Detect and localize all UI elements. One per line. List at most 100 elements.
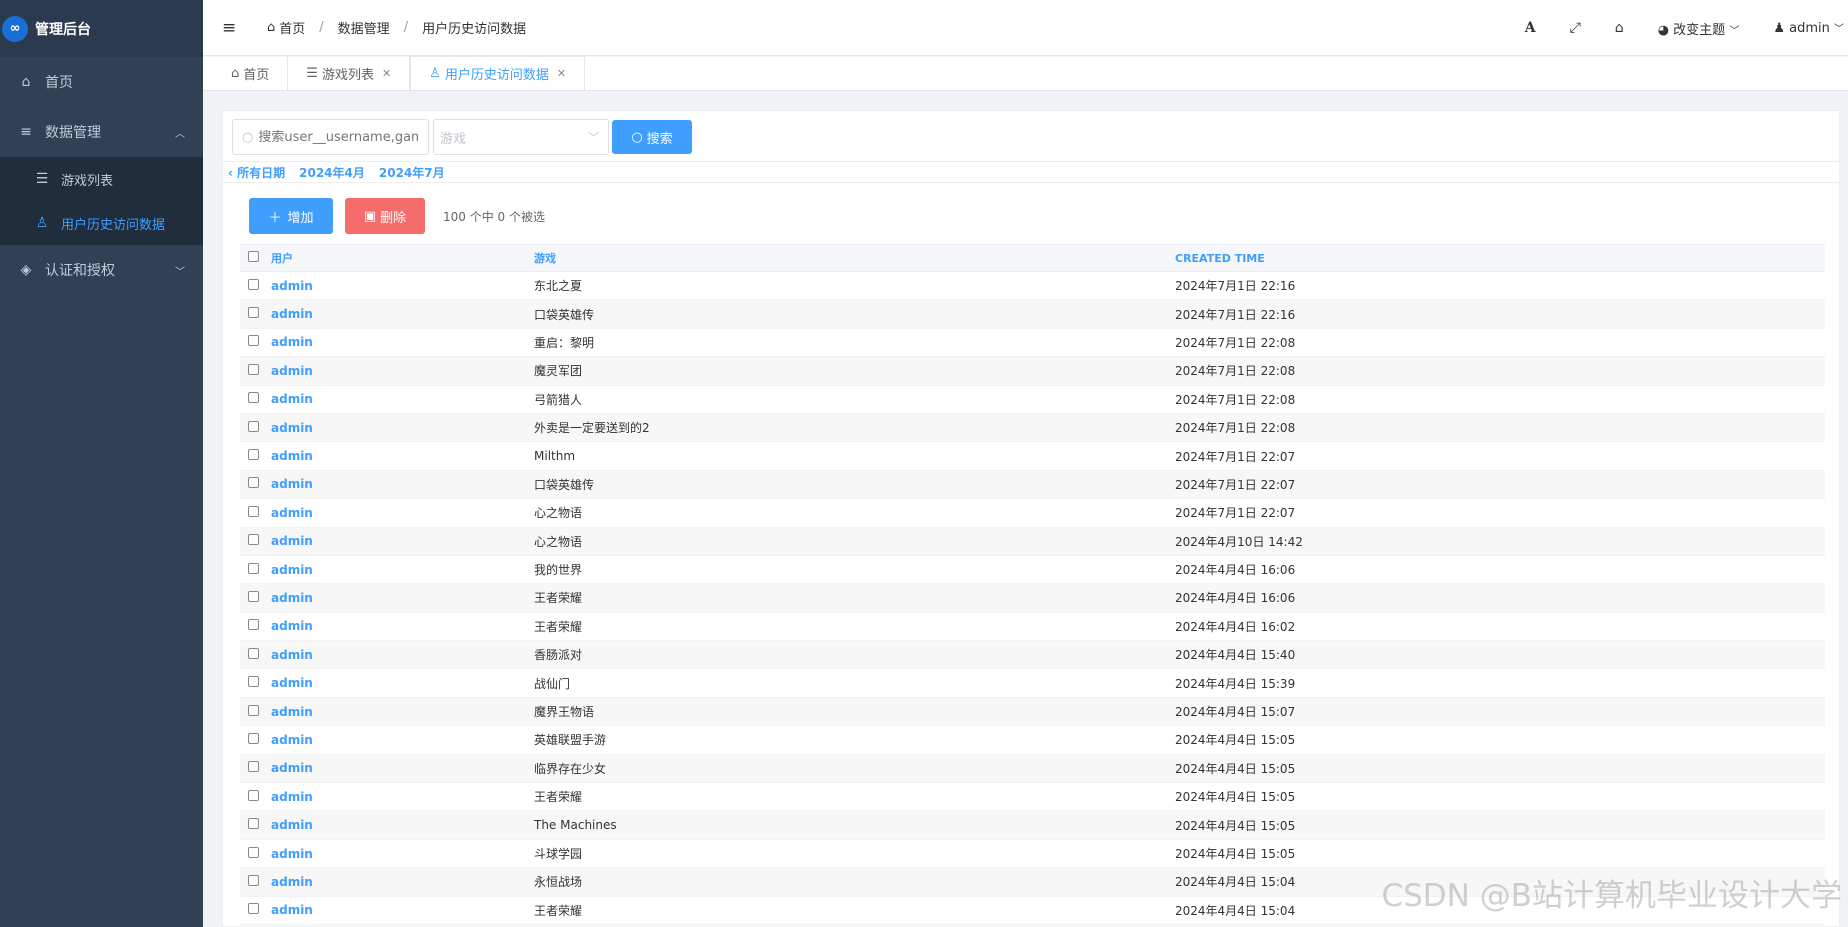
cell-user[interactable]: admin [271,790,534,804]
close-icon[interactable]: ✕ [557,67,566,80]
row-checkbox[interactable] [248,903,259,915]
row-checkbox[interactable] [248,335,259,347]
app-brand[interactable]: ∞ 管理后台 [0,0,203,57]
hamburger-icon[interactable]: ≡ [222,18,242,38]
cell-created-time: 2024年4月10日 14:42 [1175,534,1303,549]
user-menu[interactable]: ♟ admin ﹀ [1773,20,1844,36]
cell-game: 口袋英雄传 [534,477,595,492]
cell-user[interactable]: admin [271,392,534,406]
cell-user[interactable]: admin [271,364,534,378]
cell-user[interactable]: admin [271,335,534,349]
row-checkbox[interactable] [248,477,259,489]
row-checkbox[interactable] [248,392,259,404]
cell-created-time: 2024年4月4日 16:02 [1175,619,1296,634]
row-checkbox[interactable] [248,846,259,858]
search-button[interactable]: ○ 搜索 [612,120,692,154]
tab-home[interactable]: ⌂ 首页 [213,56,289,90]
selection-counter: 100 个中 0 个被选 [443,209,545,224]
cell-game: 永恒战场 [534,875,583,890]
date-filter-item[interactable]: 2024年4月 [299,164,365,181]
cell-user[interactable]: admin [271,449,534,463]
add-button[interactable]: ＋ 增加 [249,198,333,234]
delete-button[interactable]: ▣ 删除 [345,198,425,234]
row-checkbox[interactable] [248,562,259,574]
row-checkbox[interactable] [248,307,259,319]
font-size-icon[interactable]: A [1525,20,1536,36]
cell-game: The Machines [534,818,617,833]
sidebar-item-auth[interactable]: ◈ 认证和授权 ﹀ [0,245,203,295]
date-hierarchy: ‹ 所有日期 2024年4月 2024年7月 [223,161,1839,183]
cell-game: 王者荣耀 [534,591,583,606]
sidebar-item-data-management[interactable]: ≡ 数据管理 ︿ [0,107,203,157]
cell-user[interactable]: admin [271,676,534,690]
row-checkbox[interactable] [248,505,259,517]
cell-game: 心之物语 [534,506,583,521]
cell-user[interactable]: admin [271,705,534,719]
close-icon[interactable]: ✕ [382,67,391,80]
cell-user[interactable]: admin [271,818,534,832]
row-checkbox[interactable] [248,534,259,546]
user-icon: ♙ [35,215,49,231]
cell-user[interactable]: admin [271,279,534,293]
cell-user[interactable]: admin [271,477,534,491]
cell-user[interactable]: admin [271,847,534,861]
cell-user[interactable]: admin [271,903,534,917]
date-filter-all[interactable]: ‹ 所有日期 [228,164,285,181]
submenu: ☰ 游戏列表 ♙ 用户历史访问数据 [0,157,203,245]
tab-game-list[interactable]: ☰ 游戏列表 ✕ [288,56,411,90]
search-icon: ○ [631,129,643,145]
row-checkbox[interactable] [248,704,259,716]
search-input-wrapper[interactable]: ○ [232,119,429,155]
cell-user[interactable]: admin [271,648,534,662]
cell-game: 口袋英雄传 [534,307,595,322]
row-checkbox[interactable] [248,278,259,290]
home-icon[interactable]: ⌂ [1615,20,1624,36]
cell-user[interactable]: admin [271,307,534,321]
column-header-user[interactable]: 用户 [271,250,534,266]
row-checkbox[interactable] [248,732,259,744]
sidebar-item-home[interactable]: ⌂ 首页 [0,57,203,107]
row-checkbox[interactable] [248,874,259,886]
row-checkbox[interactable] [248,420,259,432]
chevron-down-icon: ﹀ [175,266,185,278]
cell-created-time: 2024年4月4日 15:05 [1175,733,1296,748]
search-input[interactable] [258,129,419,145]
sidebar-item-game-list[interactable]: ☰ 游戏列表 [0,157,203,201]
game-select[interactable]: 游戏 ﹀ [433,119,609,155]
breadcrumb-item[interactable]: 首页 [279,18,305,37]
cell-user[interactable]: admin [271,761,534,775]
cell-user[interactable]: admin [271,875,534,889]
row-checkbox[interactable] [248,619,259,631]
row-checkbox[interactable] [248,647,259,659]
cell-created-time: 2024年7月1日 22:08 [1175,421,1296,436]
column-header-created-time[interactable]: CREATED TIME [1175,252,1825,265]
row-checkbox[interactable] [248,789,259,801]
cell-user[interactable]: admin [271,733,534,747]
cell-user[interactable]: admin [271,534,534,548]
row-checkbox[interactable] [248,761,259,773]
column-header-game[interactable]: 游戏 [534,250,1175,266]
table-body: admin 东北之夏 2024年7月1日 22:16 admin 口袋英雄传 2024年7… [240,272,1825,925]
date-filter-item[interactable]: 2024年7月 [379,164,445,181]
cell-user[interactable]: admin [271,421,534,435]
row-checkbox[interactable] [248,590,259,602]
fullscreen-icon[interactable]: ⤢ [1570,20,1581,36]
tab-user-history[interactable]: ♙ 用户历史访问数据 ✕ [410,56,586,90]
row-checkbox[interactable] [248,363,259,375]
table-header: 用户 游戏 CREATED TIME [240,244,1825,272]
cell-game: 斗球学园 [534,847,583,861]
row-checkbox[interactable] [248,449,259,461]
chevron-up-icon: ︿ [175,128,185,140]
cell-user[interactable]: admin [271,563,534,577]
change-theme-button[interactable]: ◕ 改变主题 ﹀ [1658,19,1740,38]
cell-created-time: 2024年4月4日 15:05 [1175,790,1296,805]
sidebar-item-user-history[interactable]: ♙ 用户历史访问数据 [0,201,203,245]
row-checkbox[interactable] [248,818,259,830]
select-all-checkbox[interactable] [248,251,259,262]
row-checkbox[interactable] [248,676,259,688]
cell-user[interactable]: admin [271,591,534,605]
breadcrumb-item[interactable]: 数据管理 [338,18,390,37]
cell-user[interactable]: admin [271,506,534,520]
table-row: admin 魔灵军团 2024年7月1日 22:08 [240,357,1825,386]
cell-user[interactable]: admin [271,619,534,633]
